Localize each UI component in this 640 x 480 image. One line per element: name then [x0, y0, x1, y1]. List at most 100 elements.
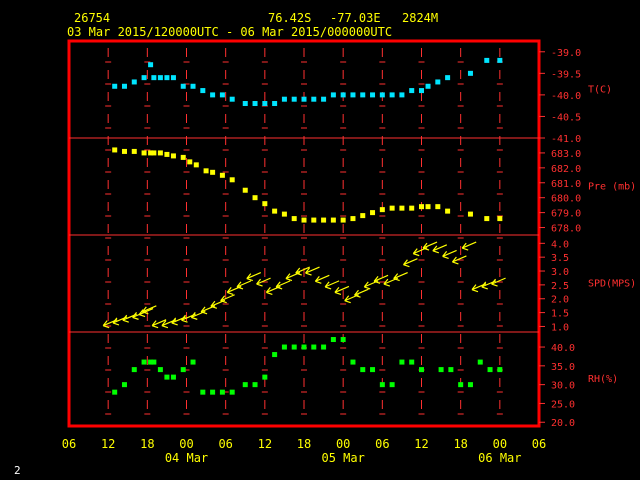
humidity-point	[438, 367, 444, 373]
pressure-point	[164, 151, 170, 157]
humidity-point	[210, 389, 216, 395]
humidity-point	[229, 389, 235, 395]
pressure-point	[389, 205, 395, 211]
temperature-point	[141, 75, 147, 81]
temperature-point	[219, 92, 225, 98]
wind-arrow	[432, 244, 448, 254]
pressure-point	[379, 207, 385, 213]
pressure-point	[497, 216, 503, 222]
pressure-point	[170, 153, 176, 159]
temperature-point	[330, 92, 336, 98]
pressure-point	[409, 205, 415, 211]
y-tick-label: 682.0	[551, 164, 581, 175]
y-tick-label: 2.0	[551, 295, 569, 306]
pressure-point	[121, 148, 127, 154]
station-lat: 76.42S	[268, 11, 311, 25]
temperature-point	[281, 96, 287, 102]
humidity-point	[301, 344, 307, 350]
y-tick-label: -39.5	[551, 69, 581, 80]
humidity-point	[291, 344, 297, 350]
humidity-point	[157, 367, 163, 373]
wind-arrow	[246, 272, 262, 282]
x-axis: 06 12 18 00 06 12 18 00 06 12 18 00 06 04 Mar 05 Mar 06…	[62, 437, 546, 465]
temperature-point	[210, 92, 216, 98]
humidity-point	[340, 337, 346, 343]
humidity-point	[467, 382, 473, 388]
temperature-point	[399, 92, 405, 98]
temperature-point	[379, 92, 385, 98]
temperature-point	[272, 101, 278, 107]
temperature-point	[148, 62, 154, 68]
y-tick-label: 683.0	[551, 149, 581, 160]
station-elev: 2824M	[402, 11, 438, 25]
pressure-point	[193, 162, 199, 168]
temperature-point	[200, 88, 206, 94]
humidity-point	[389, 382, 395, 388]
pressure-point	[180, 154, 186, 160]
x-tick-label: 06	[375, 437, 389, 451]
wind-arrow	[393, 272, 408, 282]
pressure-point	[112, 147, 118, 153]
y-tick-label: 3.0	[551, 267, 569, 278]
humidity-point	[409, 359, 415, 365]
wind-speed-unit-label: SPD(MPS)	[588, 279, 636, 290]
wind-arrow	[334, 285, 350, 295]
temperature-point	[350, 92, 356, 98]
temperature-point	[164, 75, 170, 81]
temperature-point	[419, 88, 424, 94]
panels: -39.0-39.5-40.0-40.5-41.0T(C)683.0682.06…	[102, 48, 636, 429]
y-tick-label: 2.5	[551, 281, 569, 292]
y-tick-label: -41.0	[551, 134, 581, 145]
pressure-point	[262, 201, 268, 207]
y-tick-label: 1.0	[551, 322, 569, 333]
x-tick-label: 12	[258, 437, 272, 451]
humidity-point	[497, 367, 503, 373]
x-tick-label: 18	[453, 437, 467, 451]
temperature-point	[180, 83, 186, 89]
humidity-point	[190, 359, 196, 365]
pressure-point	[435, 204, 441, 210]
pressure-point	[252, 195, 258, 201]
humidity-point	[164, 374, 170, 380]
temperature-unit-label: T(C)	[588, 85, 612, 96]
pressure-point	[229, 177, 235, 183]
pressure-point	[272, 208, 278, 214]
humidity-point	[350, 359, 356, 365]
date-label: 05 Mar	[321, 451, 364, 465]
y-tick-label: 35.0	[551, 362, 575, 373]
pressure-point	[242, 187, 248, 193]
y-tick-label: 678.0	[551, 224, 581, 235]
temperature-point	[389, 92, 395, 98]
temperature-point	[370, 92, 376, 98]
temperature-point	[484, 57, 490, 63]
pressure-point	[219, 172, 225, 178]
wind-arrow	[220, 294, 235, 304]
pressure-point	[360, 213, 366, 219]
humidity-point	[141, 359, 147, 365]
humidity-point	[330, 337, 336, 343]
pressure-panel: 683.0 682.0 681.0 680.0 679.0 678.0 Pre (mb)	[112, 147, 636, 235]
temperature-point	[262, 101, 268, 107]
x-tick-label: 18	[297, 437, 311, 451]
y-tick-label: -39.0	[551, 48, 581, 59]
temperature-point	[301, 96, 307, 102]
wind-arrow	[461, 241, 477, 251]
y-tick-label: 1.5	[551, 309, 569, 320]
humidity-point	[200, 389, 206, 395]
pressure-unit-label: Pre (mb)	[588, 182, 636, 193]
date-label: 06 Mar	[478, 451, 521, 465]
temperature-point	[131, 79, 137, 85]
pressure-point	[291, 216, 297, 222]
temperature-point	[151, 75, 157, 81]
pressure-point	[350, 216, 356, 222]
humidity-point	[131, 367, 137, 373]
temperature-point	[291, 96, 297, 102]
humidity-point	[448, 367, 454, 373]
temperature-point	[112, 83, 118, 89]
pressure-point	[281, 211, 287, 217]
x-tick-label: 12	[414, 437, 428, 451]
x-tick-label: 00	[179, 437, 193, 451]
y-tick-label: 4.0	[551, 239, 569, 250]
pressure-point	[301, 217, 307, 223]
temperature-point	[229, 96, 235, 102]
